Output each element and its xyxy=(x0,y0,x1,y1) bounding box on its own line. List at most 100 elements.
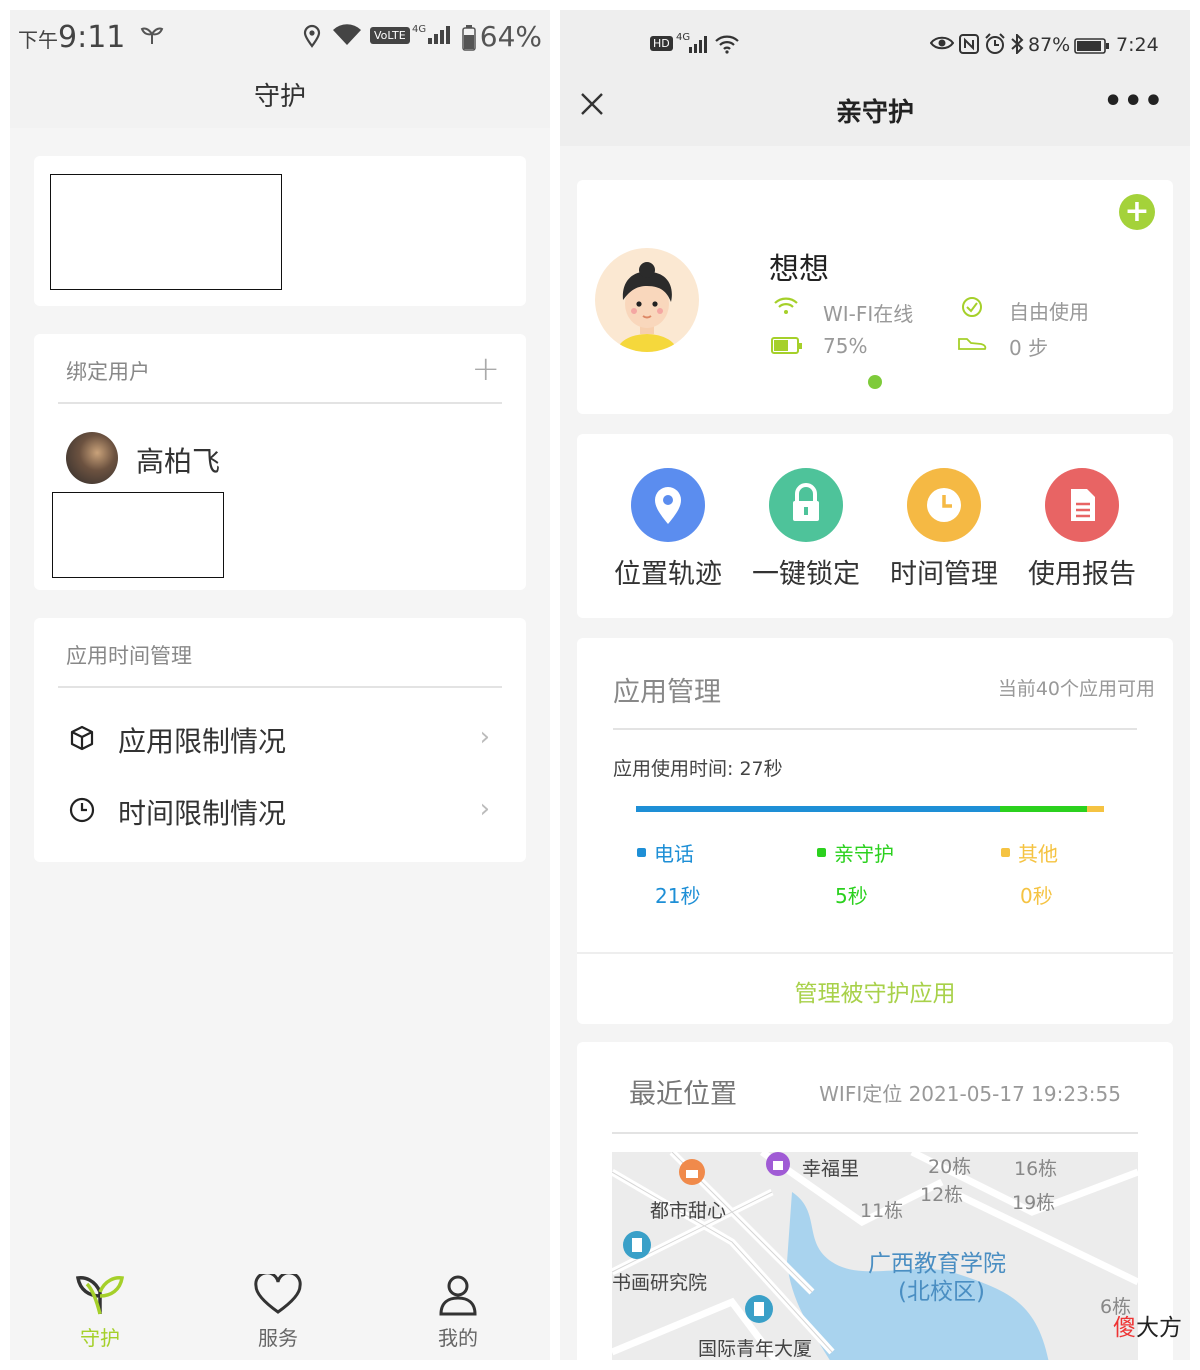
battery-icon xyxy=(462,25,476,56)
child-avatar[interactable] xyxy=(595,248,699,352)
page-title: 守护 xyxy=(10,66,550,128)
building-poi-icon xyxy=(622,1230,652,1264)
bind-user-card: 绑定用户 + 高柏飞 xyxy=(34,334,526,590)
hd-badge: HD xyxy=(650,36,673,51)
status-bar: 下午9:11 VoLTE 4G 64% xyxy=(10,10,550,66)
bound-user-name[interactable]: 高柏飞 xyxy=(136,440,220,480)
map-label: 12栋 xyxy=(920,1184,964,1206)
person-icon xyxy=(439,1275,477,1316)
divider xyxy=(612,1132,1138,1134)
map-label: 幸福里 xyxy=(802,1158,860,1180)
usage-mode: 自由使用 xyxy=(1009,300,1089,324)
status-time: 7:24 xyxy=(1116,34,1159,56)
legend-app-value: 5秒 xyxy=(835,884,868,908)
app-limit-row[interactable]: 应用限制情况 › xyxy=(34,708,526,770)
add-user-button[interactable]: + xyxy=(472,352,501,386)
legend-phone-value: 21秒 xyxy=(655,884,701,908)
location-card: 最近位置 WIFI定位 2021-05-17 19:23:55 幸福里 都市甜心… xyxy=(577,1042,1173,1360)
document-icon xyxy=(1045,468,1119,542)
chevron-right-icon: › xyxy=(479,794,490,824)
battery-icon xyxy=(1074,37,1110,59)
step-count: 0 步 xyxy=(1009,336,1049,360)
add-device-button[interactable]: + xyxy=(1119,194,1155,230)
cube-icon xyxy=(68,724,96,756)
time-limit-row[interactable]: 时间限制情况 › xyxy=(34,780,526,842)
clock-icon xyxy=(68,796,96,828)
status-bar: HD 4G 87% 7:24 xyxy=(560,10,1190,74)
legend-app: 亲守护 xyxy=(817,838,894,867)
func-location-track[interactable]: 位置轨迹 xyxy=(603,468,733,591)
usage-time: 应用使用时间: 27秒 xyxy=(613,758,783,780)
divider xyxy=(577,952,1173,954)
more-options-icon[interactable]: ••• xyxy=(1103,84,1164,119)
location-map[interactable]: 幸福里 都市甜心 书画研究院 国际青年大厦 广西教育学院 (北校区) 20栋 1… xyxy=(612,1152,1138,1360)
time-limit-label: 时间限制情况 xyxy=(118,797,287,830)
building-poi-icon xyxy=(744,1294,774,1328)
wifi-status-icon xyxy=(714,34,740,59)
tab-label: 服务 xyxy=(258,1326,298,1350)
divider xyxy=(58,686,502,688)
volte-badge: VoLTE xyxy=(370,27,410,44)
nfc-icon xyxy=(959,34,979,59)
section-header-app-time: 应用时间管理 xyxy=(66,644,192,668)
app-manage-title: 应用管理 xyxy=(613,677,721,708)
heart-icon xyxy=(254,1271,302,1314)
status-time: 下午9:11 xyxy=(18,20,126,55)
battery-level-icon xyxy=(771,336,803,360)
check-circle-icon xyxy=(961,296,983,322)
wifi-status: WI-FI在线 xyxy=(823,302,914,326)
recent-location-title: 最近位置 xyxy=(629,1079,737,1110)
manage-apps-link[interactable]: 管理被守护应用 xyxy=(577,974,1173,1008)
legend-other: 其他 xyxy=(1001,838,1058,867)
placeholder-box xyxy=(50,174,282,290)
placeholder-box xyxy=(52,492,224,578)
lock-icon xyxy=(769,468,843,542)
map-label: (北校区) xyxy=(898,1279,985,1305)
legend-phone: 电话 xyxy=(637,838,694,867)
app-time-card: 应用时间管理 应用限制情况 › 时间限制情况 › xyxy=(34,618,526,862)
func-usage-report[interactable]: 使用报告 xyxy=(1017,468,1147,591)
divider xyxy=(58,402,502,404)
map-label: 都市甜心 xyxy=(650,1200,727,1222)
tab-service[interactable]: 服务 xyxy=(228,1271,328,1351)
tab-me[interactable]: 我的 xyxy=(408,1274,508,1351)
map-label: 书画研究院 xyxy=(612,1272,708,1294)
func-lock[interactable]: 一键锁定 xyxy=(741,468,871,591)
location-pin-icon xyxy=(631,468,705,542)
chevron-right-icon: › xyxy=(479,722,490,752)
func-time-manage[interactable]: 时间管理 xyxy=(879,468,1009,591)
usage-bar xyxy=(636,806,1104,812)
nav-header: 亲守护 ••• xyxy=(560,74,1190,146)
profile-card: + 想想 WI-FI在线 75% 自由使用 0 步 xyxy=(577,180,1173,414)
page-title: 亲守护 xyxy=(835,98,914,128)
shopping-poi-icon xyxy=(764,1152,792,1184)
usage-bar-segment xyxy=(1086,806,1104,812)
alarm-icon xyxy=(984,33,1006,60)
location-detail: WIFI定位 2021-05-17 19:23:55 xyxy=(819,1082,1121,1106)
child-avatar-illustration xyxy=(617,262,677,352)
tab-label: 我的 xyxy=(438,1326,478,1350)
dessert-poi-icon xyxy=(678,1158,706,1194)
left-screen: 下午9:11 VoLTE 4G 64% 守护 绑定用户 + 高柏飞 应用时间管理… xyxy=(10,10,550,1360)
map-label: 国际青年大厦 xyxy=(698,1338,813,1360)
usage-bar-segment xyxy=(636,806,1000,812)
functions-card: 位置轨迹 一键锁定 时间管理 使用报告 xyxy=(577,434,1173,618)
location-status-icon xyxy=(302,24,322,53)
map-label: 11栋 xyxy=(860,1200,904,1222)
tab-guard[interactable]: 守护 xyxy=(50,1274,150,1351)
battery-level: 75% xyxy=(823,334,868,358)
network-type: 4G xyxy=(412,24,427,35)
usage-bar-segment xyxy=(1000,806,1087,812)
avatar[interactable] xyxy=(66,432,118,484)
battery-percent: 87% xyxy=(1028,34,1071,56)
wifi-status-icon xyxy=(332,24,362,51)
battery-percent: 64% xyxy=(479,20,542,53)
signal-icon xyxy=(688,34,712,59)
device-card xyxy=(34,156,526,306)
tab-bar: 守护 服务 我的 xyxy=(10,1260,550,1360)
watermark: 傻大方 xyxy=(1113,1315,1182,1341)
child-name: 想想 xyxy=(769,252,829,287)
clock-icon xyxy=(907,468,981,542)
section-header-bind: 绑定用户 xyxy=(66,360,150,384)
wifi-icon xyxy=(773,296,799,320)
